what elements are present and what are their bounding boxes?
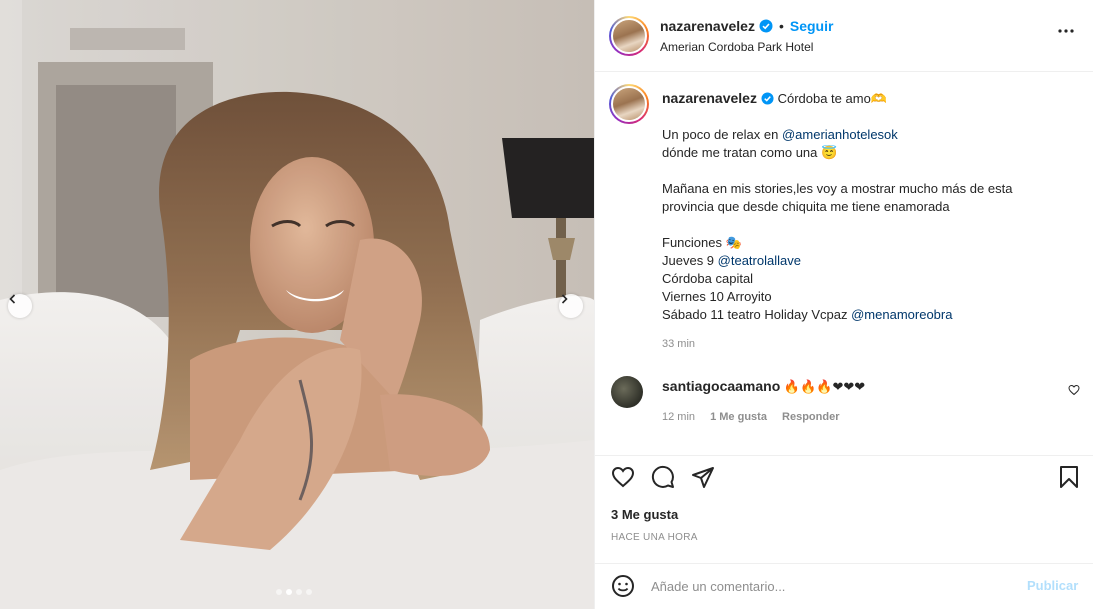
post-timestamp: HACE UNA HORA xyxy=(611,532,698,543)
author-avatar[interactable] xyxy=(609,16,649,56)
caption-line-text: Mañana en mis stories,les voy a mostrar … xyxy=(662,181,1013,196)
post-details-panel: nazarenavelez • Seguir Amerian Cordoba Par… xyxy=(594,0,1093,609)
caption-line-text: Jueves 9 xyxy=(662,253,718,268)
caption-line-text: provincia que desde chiquita me tiene en… xyxy=(662,199,950,214)
post-actions: 3 Me gusta HACE UNA HORA xyxy=(595,455,1093,563)
post-header: nazarenavelez • Seguir Amerian Cordoba Par… xyxy=(595,0,1093,72)
mention-link[interactable]: @teatrolallave xyxy=(718,253,801,268)
carousel-dot xyxy=(306,589,312,595)
caption-line: Funciones 🎭 xyxy=(662,234,1072,252)
save-bookmark-icon[interactable] xyxy=(1057,465,1081,489)
caption-avatar[interactable] xyxy=(609,84,649,124)
commenter-avatar[interactable] xyxy=(611,376,643,408)
chevron-left-icon xyxy=(9,294,16,304)
like-comment-icon[interactable] xyxy=(1068,384,1080,396)
comment: santiagocaamano 🔥🔥🔥❤❤❤ xyxy=(662,378,865,395)
caption-line-text: Sábado 11 teatro Holiday Vcpaz xyxy=(662,307,852,322)
caption-line: Un poco de relax en @amerianhotelesok xyxy=(662,126,1072,144)
caption-line: Mañana en mis stories,les voy a mostrar … xyxy=(662,180,1072,198)
caption-line-text: Córdoba capital xyxy=(662,271,754,286)
more-options-icon[interactable] xyxy=(1057,28,1075,34)
author-row: nazarenavelez • Seguir xyxy=(660,18,833,34)
emoji-icon[interactable] xyxy=(611,574,635,598)
photo-image xyxy=(0,0,594,609)
carousel-indicator xyxy=(276,589,312,595)
caption-line xyxy=(662,216,1072,234)
publish-button[interactable]: Publicar xyxy=(1027,578,1078,593)
share-icon[interactable] xyxy=(691,465,715,489)
commenter-username[interactable]: santiagocaamano xyxy=(662,378,780,394)
likes-count[interactable]: 3 Me gusta xyxy=(611,507,678,522)
caption-line: Jueves 9 @teatrolallave xyxy=(662,252,1072,270)
caption-first-line: nazarenavelez Córdoba te amo🫶 xyxy=(662,89,1072,108)
caption-first-text: Córdoba te amo🫶 xyxy=(777,91,887,106)
caption: nazarenavelez Córdoba te amo🫶 Un poco de… xyxy=(662,89,1072,324)
caption-line-text: Un poco de relax en xyxy=(662,127,782,142)
caption-lines: Un poco de relax en @amerianhotelesok dón… xyxy=(662,126,1072,324)
caption-time[interactable]: 33 min xyxy=(662,338,695,350)
caption-line: Córdoba capital xyxy=(662,270,1072,288)
carousel-dot xyxy=(296,589,302,595)
mention-link[interactable]: @menamoreobra xyxy=(851,307,952,322)
comment-input[interactable] xyxy=(651,572,1011,600)
separator-bullet: • xyxy=(778,18,784,34)
next-photo-button[interactable] xyxy=(559,294,583,318)
caption-line: provincia que desde chiquita me tiene en… xyxy=(662,198,1072,216)
location-link[interactable]: Amerian Cordoba Park Hotel xyxy=(660,40,813,54)
caption-line-text: dónde me tratan como una 😇 xyxy=(662,145,838,160)
caption-username[interactable]: nazarenavelez xyxy=(662,90,757,106)
caption-line-text: Viernes 10 Arroyito xyxy=(662,289,772,304)
reply-button[interactable]: Responder xyxy=(782,411,839,423)
carousel-dot xyxy=(286,589,292,595)
caption-line: Sábado 11 teatro Holiday Vcpaz @menamore… xyxy=(662,306,1072,324)
comment-text: 🔥🔥🔥❤❤❤ xyxy=(783,379,866,394)
like-icon[interactable] xyxy=(611,465,635,489)
caption-line-text: Funciones 🎭 xyxy=(662,235,742,250)
caption-line: dónde me tratan como una 😇 xyxy=(662,144,1072,162)
carousel-dot xyxy=(276,589,282,595)
comment-meta: 12 min 1 Me gusta Responder xyxy=(662,411,851,423)
previous-photo-button[interactable] xyxy=(8,294,32,318)
follow-button[interactable]: Seguir xyxy=(790,18,834,34)
author-username[interactable]: nazarenavelez xyxy=(660,18,755,34)
mention-link[interactable]: @amerianhotelesok xyxy=(782,127,898,142)
comment-time[interactable]: 12 min xyxy=(662,411,695,423)
verified-badge-icon xyxy=(759,19,773,33)
comment-likes[interactable]: 1 Me gusta xyxy=(710,411,767,423)
comment-icon[interactable] xyxy=(651,465,675,489)
caption-line xyxy=(662,162,1072,180)
post-photo[interactable] xyxy=(0,0,594,609)
add-comment-bar: Publicar xyxy=(595,563,1093,609)
verified-badge-icon xyxy=(761,92,774,105)
caption-line: Viernes 10 Arroyito xyxy=(662,288,1072,306)
comments-area: nazarenavelez Córdoba te amo🫶 Un poco de… xyxy=(595,72,1093,455)
chevron-right-icon xyxy=(561,294,568,304)
